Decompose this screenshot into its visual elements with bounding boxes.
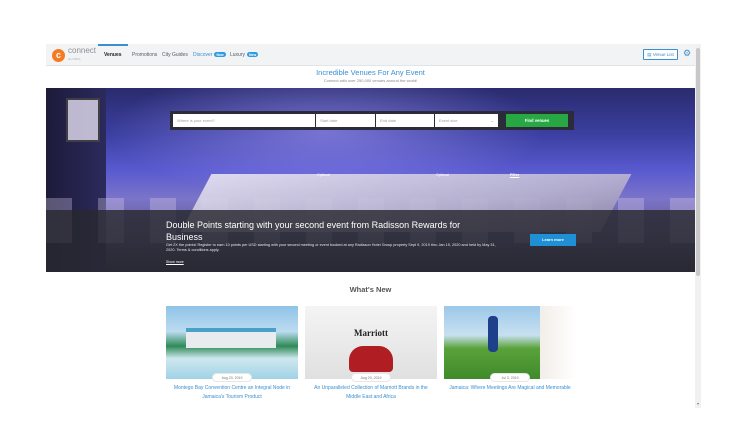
active-tab-indicator [98,44,128,46]
browser-viewport: c connect GLOBAL Venues Promotions City … [46,44,701,408]
learn-more-button[interactable]: Learn more [530,234,576,246]
wall-art-image [66,98,100,142]
news-card[interactable]: Marriott Aug 20, 2019 An Unparalleled Co… [305,306,437,408]
nav-luxury-label: Luxury [230,52,246,58]
news-card-image[interactable]: Marriott [305,306,437,379]
promo-banner: Double Points starting with your second … [46,210,695,272]
chevron-down-icon: ⌄ [490,118,494,123]
start-date-optional-label: Optional [317,173,331,177]
nav-city-guides[interactable]: City Guides [162,52,188,58]
find-venues-button[interactable]: Find venues [506,114,568,127]
scroll-down-arrow-icon[interactable]: ▾ [696,402,700,406]
nav-promotions[interactable]: Promotions [132,52,157,58]
page-headline: Incredible Venues For Any Event [316,68,425,77]
marriott-logo: Marriott [354,328,388,338]
nav-venues[interactable]: Venues [104,52,122,58]
scrollbar-thumb[interactable] [696,48,700,276]
promo-body: Get 2X the points! Register to earn 10 p… [166,243,496,253]
nav-discover-label: Discover [193,52,213,58]
nav-luxury[interactable]: Luxury New [230,52,259,58]
news-card-date: Aug 20, 2019 [212,373,252,382]
page-subheadline: Connect with over 250,000 venues around … [323,78,418,83]
news-card-title[interactable]: An Unparalleled Collection of Marriott B… [307,384,435,402]
whats-new-heading: What's New [349,285,392,294]
top-nav: c connect GLOBAL Venues Promotions City … [46,44,695,66]
nav-discover[interactable]: Discover New [193,52,226,58]
news-card-image[interactable] [444,306,576,379]
show-more-link[interactable]: Show more [166,260,184,264]
venue-search-bar: Where is your event? Start date End date… [170,111,574,130]
vertical-scrollbar[interactable]: ▾ [695,44,701,408]
brand-logo[interactable]: c connect GLOBAL [52,47,96,63]
event-location-input[interactable]: Where is your event? [173,114,315,127]
start-date-input[interactable]: Start date [316,114,375,127]
brand-tagline: GLOBAL [68,57,82,61]
news-card-date: Jul 3, 2019 [490,373,530,382]
new-badge: New [214,52,226,57]
news-card[interactable]: Jul 3, 2019 Jamaica: Where Meetings Are … [444,306,576,408]
convention-centre-image [186,328,276,348]
tent-image [540,306,576,379]
connect-logo-icon: c [52,48,65,62]
golfer-image [488,316,498,352]
news-card-title[interactable]: Montego Bay Convention Centre an Integra… [168,384,296,402]
news-card-image[interactable] [166,306,298,379]
hero-banner: Where is your event? Start date End date… [46,88,695,272]
brand-name: connect GLOBAL [68,47,96,63]
new-badge: New [247,52,259,57]
venue-list-button[interactable]: ▤ Venue List [643,49,678,60]
news-card[interactable]: Aug 20, 2019 Montego Bay Convention Cent… [166,306,298,408]
red-chair-image [349,346,393,372]
gear-icon[interactable]: ⚙ [683,49,692,58]
news-card-title[interactable]: Jamaica: Where Meetings Are Magical and … [446,384,574,393]
event-size-value: Event size [439,118,458,123]
event-size-optional-label: Optional [436,173,450,177]
venue-list-label: Venue List [652,52,674,57]
end-date-input[interactable]: End date [376,114,434,127]
filter-link[interactable]: Filter [510,173,519,177]
event-size-select[interactable]: Event size ⌄ [435,114,498,127]
brand-name-text: connect [68,46,97,55]
promo-title: Double Points starting with your second … [166,220,461,242]
news-card-date: Aug 20, 2019 [351,373,391,382]
